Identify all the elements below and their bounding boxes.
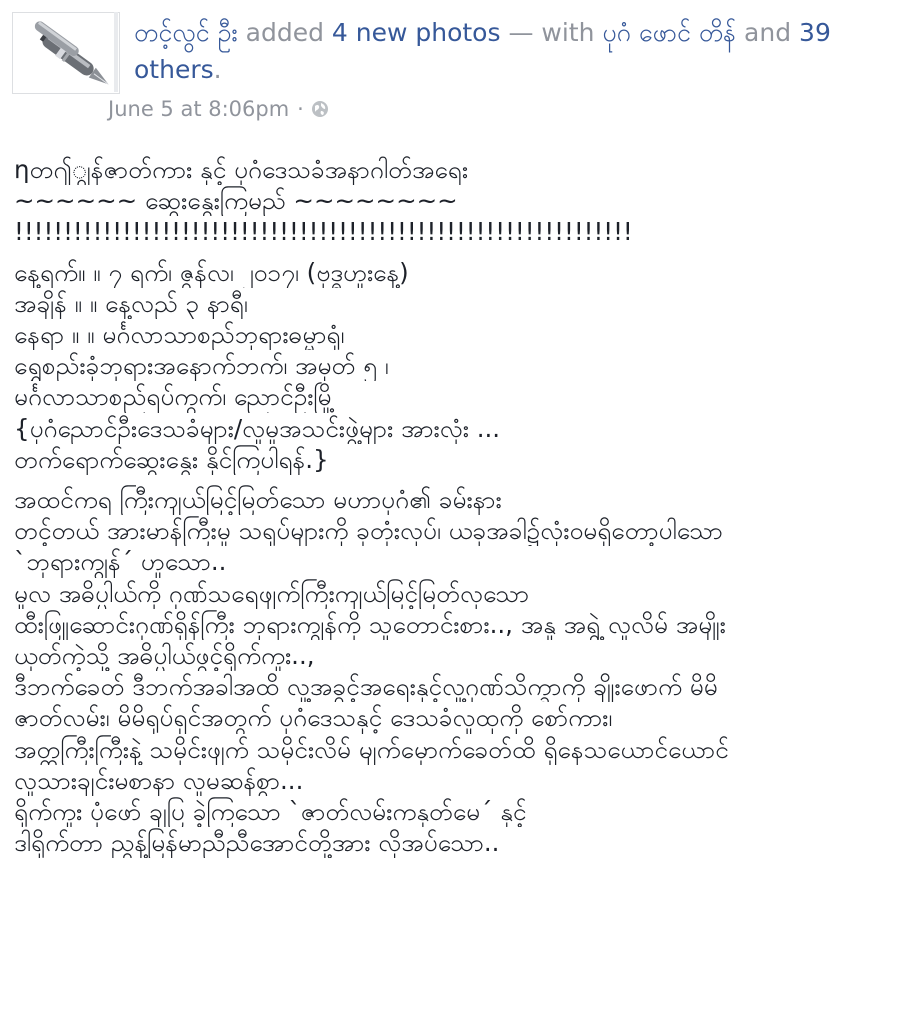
post-body: ηတ႟ျွန်ဇာတ်ကား နှင့် ပုဂံဒေသခံအနာဂါတ်အရေ… <box>14 154 906 867</box>
post-text-line: ~~~~~~ ဆွေးနွေးကြမည် ~~~~~~~~ <box>14 186 458 216</box>
post-header: တင့်လွင် ဦး added 4 new photos — with ပု… <box>134 14 904 88</box>
post-text-line: နေ့ရက်။ ။ ၇ ရက်၊ ဇွန်လ၊ ၂၀၁၇၊ (ဗုဒ္ဓဟူးန… <box>14 257 409 287</box>
post-text-line: အထင်ကရ ကြီးကျယ်မြင့်မြတ်သော မဟာပုဂံ၏ ခမ်… <box>14 485 502 515</box>
post-text-line: ဒီဘက်ခေတ် ဒီဘက်အခါအထိ လူ့အခွင့်အရေးနှင့်… <box>14 672 718 702</box>
post-text-line: မူလ အဓိပ္ပါယ်ကို ဂုဏ်သရေဖျက်ကြီးကျယ်မြင့… <box>14 578 530 608</box>
post-text-line: အချိန် ။ ။ နေ့လည် ၃ နာရီ၊ <box>14 288 248 318</box>
and-text: and <box>736 18 800 47</box>
author-name-link[interactable]: တင့်လွင် ဦး <box>134 18 238 47</box>
feed-post: တင့်လွင် ဦး added 4 new photos — with ပု… <box>0 0 914 1020</box>
post-paragraph: နေ့ရက်။ ။ ၇ ရက်၊ ဇွန်လ၊ ၂၀၁၇၊ (ဗုဒ္ဓဟူးန… <box>14 257 906 475</box>
post-text-line: တက်ရောက်ဆွေးနွေး နိုင်ကြပါရန်.} <box>14 444 329 474</box>
post-meta: June 5 at 8:06pm · <box>108 94 329 124</box>
author-avatar[interactable] <box>12 12 120 94</box>
post-text-line: `ဘုရားကျွန်´ ဟူသော.. <box>14 547 227 577</box>
post-text-line: မင်္ဂလာသာစည်ရပ်ကွက်၊ ညောင်ဦးမြို့ <box>14 382 336 412</box>
post-text-line: !!!!!!!!!!!!!!!!!!!!!!!!!!!!!!!!!!!!!!!!… <box>14 217 633 247</box>
globe-icon[interactable] <box>311 100 329 118</box>
with-text: — with <box>500 18 603 47</box>
post-text-line: တင့်တယ် အားမာန်ကြီးမှု သရုပ်များကို ခုတု… <box>14 516 723 546</box>
header-period: . <box>213 55 222 84</box>
post-text-line: ဒါရိုက်တာ ညွန့်မြန်မာညီညီအောင်တို့အား လိ… <box>14 828 500 858</box>
post-timestamp[interactable]: June 5 at 8:06pm <box>108 94 289 124</box>
post-text-line: ရိုက်ကူး ပုံဖော် ချပြ ခဲ့ကြသော `ဇာတ်လမ်း… <box>14 797 527 827</box>
tagged-person-link[interactable]: ပုဂံ ဖောင် တိန် <box>602 18 736 47</box>
post-text-line: နေရာ ။ ။ မင်္ဂလာသာစည်ဘုရားဓမ္မာရုံ၊ <box>14 320 345 350</box>
post-text-line: ယုတ်ကဲ့သို့ အဓိပ္ပါယ်ဖွင့်ရိုက်ကူး.., <box>14 641 315 671</box>
photos-link[interactable]: 4 new photos <box>332 18 501 47</box>
post-text-line: ဇာတ်လမ်း၊ မိမိရုပ်ရှင်အတွက် ပုဂံဒေသနှင့်… <box>14 703 613 733</box>
post-text-line: ထီးဖြူဆောင်းဂုဏ်ရှိန်ကြီး ဘုရားကျွန်ကို … <box>14 609 726 639</box>
post-text-line: လူသားချင်းမစာနာ လူမဆန်စွာ... <box>14 765 304 795</box>
post-text-line: {ပုဂံညောင်ဦးဒေသခံများ/လူမှုအသင်းဖွဲ့များ… <box>14 413 501 443</box>
post-paragraph: ηတ႟ျွန်ဇာတ်ကား နှင့် ပုဂံဒေသခံအနာဂါတ်အရေ… <box>14 154 906 248</box>
post-text-line: ηတ႟ျွန်ဇာတ်ကား နှင့် ပုဂံဒေသခံအနာဂါတ်အရေ… <box>14 155 469 184</box>
post-text-line: ရွှေစည်းခုံဘုရားအနောက်ဘက်၊ အမှတ် ၅ ၊ <box>14 351 389 381</box>
action-text: added <box>237 18 332 47</box>
post-paragraph: အထင်ကရ ကြီးကျယ်မြင့်မြတ်သော မဟာပုဂံ၏ ခမ်… <box>14 484 906 858</box>
post-text-line: အတ္တကြီးကြီးနဲ့ သမိုင်းဖျက် သမိုင်းလိမ် … <box>14 734 729 764</box>
fountain-pen-icon <box>13 13 119 93</box>
header-divider <box>114 12 118 92</box>
meta-separator: · <box>297 97 304 121</box>
